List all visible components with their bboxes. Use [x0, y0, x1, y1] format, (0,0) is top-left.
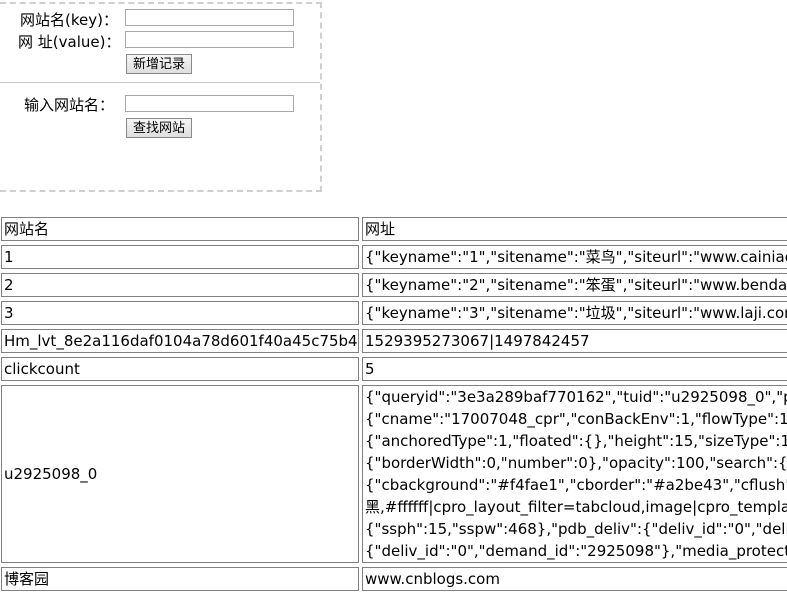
cell-site-url: {"keyname":"3","sitename":"垃圾","siteurl"… — [362, 301, 787, 325]
search-input[interactable] — [125, 95, 294, 112]
add-record-button[interactable]: 新增记录 — [126, 54, 193, 74]
site-table: 网站名 网址 1 {"keyname":"1","sitename":"菜鸟","… — [0, 213, 787, 595]
cell-site-name: 博客园 — [1, 567, 359, 591]
cell-site-name: 2 — [1, 273, 359, 297]
cell-value-line: {"anchoredType":1,"floated":{},"height":… — [365, 432, 787, 450]
table-row: 2 {"keyname":"2","sitename":"笨蛋","siteurl… — [1, 273, 787, 297]
table-header-row: 网站名 网址 — [1, 217, 787, 241]
key-label: 网站名(key)： — [20, 11, 118, 29]
header-site-name: 网站名 — [1, 217, 359, 241]
header-site-url: 网址 — [362, 217, 787, 241]
cell-site-name: clickcount — [1, 357, 359, 381]
cell-site-url: {"queryid":"3e3a289baf770162","tuid":"u2… — [362, 385, 787, 563]
cell-value-line: {"keyname":"1","sitename":"菜鸟","siteurl"… — [365, 248, 787, 266]
cell-site-name: u2925098_0 — [1, 385, 359, 563]
key-input[interactable] — [125, 9, 294, 26]
cell-site-name: 3 — [1, 301, 359, 325]
cell-site-url: 1529395273067|1497842457 — [362, 329, 787, 353]
table-row: clickcount 5 — [1, 357, 787, 381]
value-label: 网 址(value)： — [18, 33, 121, 51]
storage-form-panel: 网站名(key)： 网 址(value)： 新增记录 输入网站名： 查找网站 — [0, 2, 322, 192]
cell-site-name: Hm_lvt_8e2a116daf0104a78d601f40a45c75b4 — [1, 329, 359, 353]
cell-site-url: {"keyname":"1","sitename":"菜鸟","siteurl"… — [362, 245, 787, 269]
table-row: 1 {"keyname":"1","sitename":"菜鸟","siteurl… — [1, 245, 787, 269]
search-site-button[interactable]: 查找网站 — [126, 118, 193, 138]
table-row: 3 {"keyname":"3","sitename":"垃圾","siteurl… — [1, 301, 787, 325]
cell-value-line: {"deliv_id":"0","demand_id":"2925098"},"… — [365, 542, 787, 560]
cell-site-url: 5 — [362, 357, 787, 381]
table-row: 博客园 www.cnblogs.com — [1, 567, 787, 591]
value-input[interactable] — [125, 31, 294, 48]
table-row: Hm_lvt_8e2a116daf0104a78d601f40a45c75b4 1… — [1, 329, 787, 353]
cell-value-line: www.cnblogs.com — [365, 570, 500, 588]
cell-value-line: {"keyname":"3","sitename":"垃圾","siteurl"… — [365, 304, 787, 322]
cell-value-line: {"borderWidth":0,"number":0},"opacity":1… — [365, 454, 787, 472]
table-row: u2925098_0 {"queryid":"3e3a289baf770162",… — [1, 385, 787, 563]
form-divider — [0, 82, 320, 83]
cell-value-line: 黑,#ffffff|cpro_layout_filter=tabcloud,im… — [365, 498, 787, 516]
cell-value-line: 1529395273067|1497842457 — [365, 332, 590, 350]
cell-value-line: {"cname":"17007048_cpr","conBackEnv":1,"… — [365, 410, 787, 428]
cell-site-url: {"keyname":"2","sitename":"笨蛋","siteurl"… — [362, 273, 787, 297]
cell-value-line: {"keyname":"2","sitename":"笨蛋","siteurl"… — [365, 276, 787, 294]
cell-value-line: {"ssph":15,"sspw":468},"pdb_deliv":{"del… — [365, 520, 787, 538]
cell-value-line: {"queryid":"3e3a289baf770162","tuid":"u2… — [365, 388, 787, 406]
cell-value-line: {"cbackground":"#f4fae1","cborder":"#a2b… — [365, 476, 787, 494]
cell-site-name: 1 — [1, 245, 359, 269]
cell-value-line: 5 — [365, 360, 375, 378]
cell-site-url: www.cnblogs.com — [362, 567, 787, 591]
search-label: 输入网站名： — [24, 96, 115, 114]
